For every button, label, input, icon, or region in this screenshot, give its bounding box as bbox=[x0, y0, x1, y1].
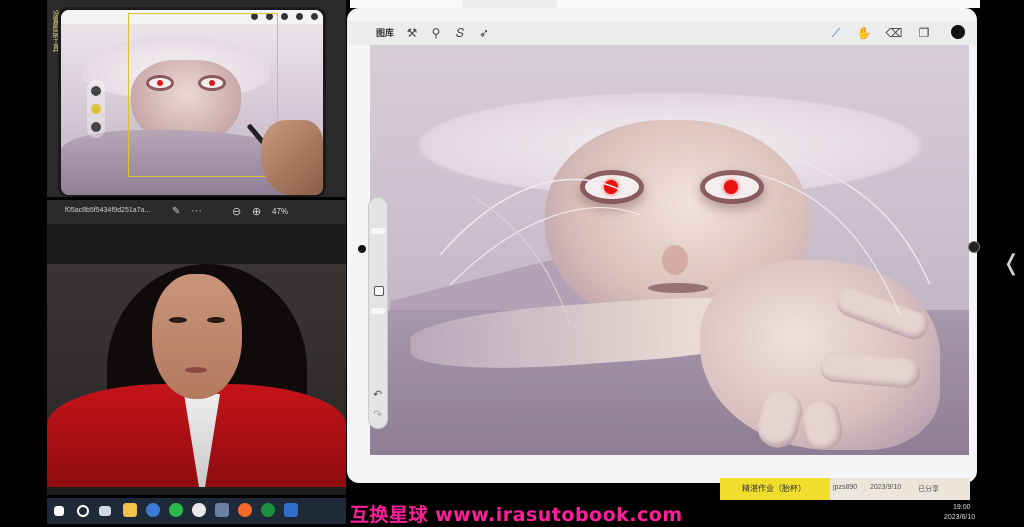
chevron-left-icon[interactable]: ❬ bbox=[1002, 250, 1020, 276]
zoom-out-icon[interactable]: ⊖ bbox=[232, 205, 241, 218]
camera-opt-3 bbox=[91, 122, 101, 132]
chrome-icon[interactable] bbox=[192, 503, 206, 517]
zoom-level: 47% bbox=[272, 207, 289, 216]
camera-hand bbox=[261, 120, 323, 195]
start-icon[interactable] bbox=[54, 506, 64, 516]
more-options-icon[interactable]: ··· bbox=[191, 205, 202, 217]
drawing-canvas[interactable] bbox=[370, 45, 969, 455]
reference-photo bbox=[47, 264, 346, 487]
image-viewer-window: f05ac8b5f5434f9d251a7a... ✎ ··· ⊖ ⊕ 47% bbox=[47, 200, 346, 495]
search-icon[interactable] bbox=[77, 505, 89, 517]
undo-icon[interactable]: ↶ bbox=[373, 388, 382, 401]
camera-recording-panel: 设置图层工具 bbox=[47, 0, 346, 197]
layers-icon[interactable]: ❐ bbox=[915, 24, 933, 42]
zoom-in-icon[interactable]: ⊕ bbox=[252, 205, 261, 218]
drawing-hair-strands bbox=[439, 154, 931, 326]
arrow-cursor-icon[interactable]: ➶ bbox=[475, 24, 493, 42]
camera-selection-rect bbox=[128, 13, 278, 177]
modify-button[interactable] bbox=[374, 286, 384, 296]
smudge-icon[interactable]: ✋ bbox=[855, 24, 873, 42]
camera-layers-icon bbox=[296, 13, 303, 20]
wand-icon[interactable]: ⚲ bbox=[427, 24, 445, 42]
drawing-finger-2 bbox=[818, 350, 922, 390]
ref-face bbox=[152, 274, 242, 399]
camera-eraser-icon bbox=[281, 13, 288, 20]
selection-s-icon[interactable]: 𝑆 bbox=[451, 24, 469, 42]
ref-left-eye bbox=[169, 317, 187, 323]
drawing-finger-4 bbox=[800, 397, 846, 453]
wechat-icon[interactable] bbox=[169, 503, 183, 517]
doc-cell-user: jpzs890 bbox=[833, 484, 858, 491]
ref-lips bbox=[185, 367, 207, 373]
camera-side-label: 设置图层工具 bbox=[52, 10, 59, 52]
system-clock-time: 19:00 bbox=[953, 504, 971, 511]
photos-icon[interactable] bbox=[215, 503, 229, 517]
ipad-camera bbox=[358, 245, 366, 253]
background-document-top bbox=[350, 0, 980, 8]
ref-right-eye bbox=[207, 317, 225, 323]
app-icon-green[interactable] bbox=[261, 503, 275, 517]
viewer-filename: f05ac8b5f5434f9d251a7a... bbox=[65, 207, 151, 214]
camera-opt-2 bbox=[91, 104, 101, 114]
app-icon-blue[interactable] bbox=[284, 503, 298, 517]
system-clock-date: 2023/6/10 bbox=[944, 514, 976, 521]
doc-cell-title: 精湛作业（胎杯） bbox=[742, 484, 806, 493]
camera-ipad-screen bbox=[61, 10, 323, 195]
camera-opt-1 bbox=[91, 86, 101, 96]
ipad-side-button bbox=[968, 241, 980, 253]
redo-icon[interactable]: ↷ bbox=[373, 408, 382, 421]
background-document-tab bbox=[462, 0, 557, 8]
file-explorer-icon[interactable] bbox=[123, 503, 137, 517]
browser-icon[interactable] bbox=[146, 503, 160, 517]
watermark: 互换星球 www.irasutobook.com bbox=[350, 504, 683, 526]
eraser-icon[interactable]: ⌫ bbox=[885, 24, 903, 42]
ipad-procreate-screen: 图库 ⚒ ⚲ 𝑆 ➶ ⟋ ✋ ⌫ ❐ ↶ ↷ bbox=[347, 8, 977, 483]
doc-cell-date: 2023/9/10 bbox=[870, 484, 902, 491]
wrench-icon[interactable]: ⚒ bbox=[403, 24, 421, 42]
task-view-icon[interactable] bbox=[99, 506, 111, 516]
doc-cell-status: 已分享 bbox=[918, 486, 939, 493]
opacity-handle[interactable] bbox=[371, 308, 385, 314]
viewer-title-bar: f05ac8b5f5434f9d251a7a... ✎ ··· ⊖ ⊕ 47% bbox=[47, 200, 346, 224]
color-swatch[interactable] bbox=[951, 25, 965, 39]
viewer-secondary-bar bbox=[47, 224, 346, 264]
edit-image-icon[interactable]: ✎ bbox=[172, 206, 180, 217]
camera-color-icon bbox=[311, 13, 318, 20]
brush-icon[interactable]: ⟋ bbox=[827, 24, 845, 42]
brush-size-handle[interactable] bbox=[371, 228, 385, 234]
app-icon-orange[interactable] bbox=[238, 503, 252, 517]
camera-sidebar-options bbox=[87, 80, 105, 138]
windows-taskbar bbox=[47, 498, 346, 524]
gallery-button[interactable]: 图库 bbox=[376, 26, 394, 39]
